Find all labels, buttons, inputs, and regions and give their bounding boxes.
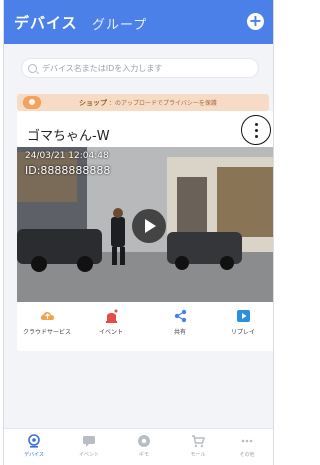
cloud-service-button[interactable]: クラウドサービス <box>17 309 77 336</box>
share-icon <box>174 309 186 323</box>
cloud-upload-icon <box>40 312 54 320</box>
chat-icon <box>83 436 95 447</box>
nav-item-devices[interactable]: デバイス <box>10 434 58 458</box>
tab-groups[interactable]: グループ <box>92 14 147 33</box>
nav-item-other[interactable]: その他 <box>223 434 271 458</box>
plus-circle-icon[interactable]: + <box>247 13 264 30</box>
event-button[interactable]: イベント <box>81 309 141 336</box>
top-bar: デバイス グループ + <box>4 0 273 44</box>
more-options-button[interactable] <box>241 115 271 145</box>
share-button[interactable]: 共有 <box>150 309 210 336</box>
more-icon <box>241 439 253 443</box>
nav-label-gimo: ギモ <box>138 452 149 458</box>
more-vertical-icon <box>255 123 258 126</box>
video-preview[interactable]: 24/03/21 12:04:48 ID:8888888888 <box>17 147 273 302</box>
replay-icon <box>236 310 250 322</box>
nav-item-gimo[interactable]: ギモ <box>120 434 168 458</box>
nav-label-devices: デバイス <box>24 452 44 458</box>
device-name: ゴマちゃん-W <box>27 129 110 144</box>
nav-label-mall: モール <box>190 452 206 458</box>
replay-button[interactable]: リプレイ <box>213 309 273 336</box>
disc-icon <box>138 435 150 447</box>
banner-text: ：のアップロードでプライバシーを保護 <box>109 100 217 107</box>
event-label: イベント <box>98 329 123 336</box>
alarm-bell-icon <box>105 309 117 323</box>
camera-icon <box>28 434 40 448</box>
cloud-service-label: クラウドサービス <box>22 329 71 336</box>
tab-devices[interactable]: デバイス <box>14 12 78 33</box>
nav-item-mall[interactable]: モール <box>174 434 222 458</box>
replay-label: リプレイ <box>230 329 255 336</box>
shop-banner[interactable]: ショップ ：のアップロードでプライバシーを保護 <box>17 94 269 111</box>
device-actions: クラウドサービス イベント 共有 リプレイ <box>17 309 273 349</box>
cloud-shop-icon <box>23 96 41 109</box>
search-icon <box>28 64 37 73</box>
search-input[interactable]: デバイス名またはIDを入力します <box>21 58 259 78</box>
device-id: ID:8888888888 <box>25 164 111 177</box>
app-screen: デバイス グループ + デバイス名またはIDを入力します ショップ ：のアップロ… <box>3 0 274 465</box>
cart-icon <box>192 435 205 448</box>
share-label: 共有 <box>173 329 186 336</box>
video-timestamp: 24/03/21 12:04:48 <box>25 151 109 161</box>
nav-item-events[interactable]: イベント <box>65 434 113 458</box>
play-icon[interactable] <box>132 209 166 243</box>
search-placeholder: デバイス名またはIDを入力します <box>42 64 163 73</box>
nav-label-other: その他 <box>239 452 255 458</box>
bottom-nav: デバイス イベント ギモ モール その他 <box>4 428 273 465</box>
banner-shop-label: ショップ <box>79 99 107 107</box>
nav-label-events: イベント <box>78 452 99 458</box>
device-card: ゴマちゃん-W 24/03/21 12:04:48 ID:8888888888 … <box>17 111 273 351</box>
